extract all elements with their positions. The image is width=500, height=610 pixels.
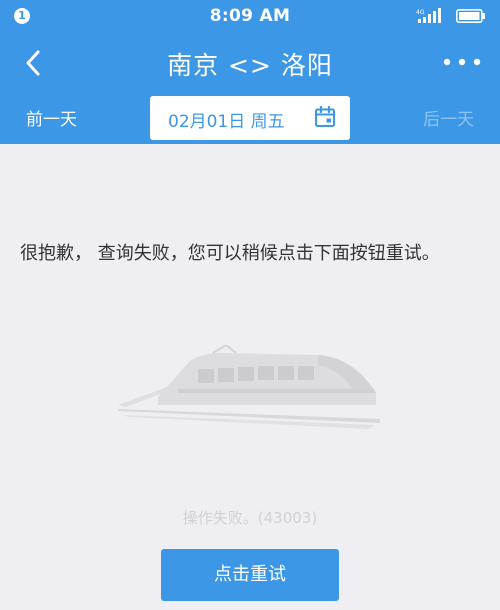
nav-bar: 南京 <> 洛阳	[0, 32, 500, 92]
calendar-icon	[315, 106, 335, 127]
battery-icon	[456, 9, 485, 23]
date-picker[interactable]: 02月01日 周五	[150, 96, 350, 140]
next-day-button: 后一天	[423, 110, 474, 130]
error-message: 很抱歉， 查询失败，您可以稍候点击下面按钮重试。	[20, 243, 440, 264]
network-type-label: 4G	[416, 9, 425, 16]
prev-day-button[interactable]: 前一天	[26, 105, 77, 130]
more-dots-icon	[443, 58, 481, 66]
selected-date: 02月01日 周五	[168, 112, 285, 132]
error-code: 操作失败。(43003)	[182, 509, 318, 527]
page-title: 南京 <> 洛阳	[167, 51, 333, 80]
train-illustration	[118, 345, 380, 429]
retry-button[interactable]: 点击重试	[161, 549, 339, 601]
date-bar: 前一天 02月01日 周五 后一天	[0, 92, 500, 144]
signal-icon: 4G	[416, 8, 441, 23]
more-button[interactable]	[442, 54, 482, 70]
status-bar: 1 8:09 AM 4G	[0, 0, 500, 32]
